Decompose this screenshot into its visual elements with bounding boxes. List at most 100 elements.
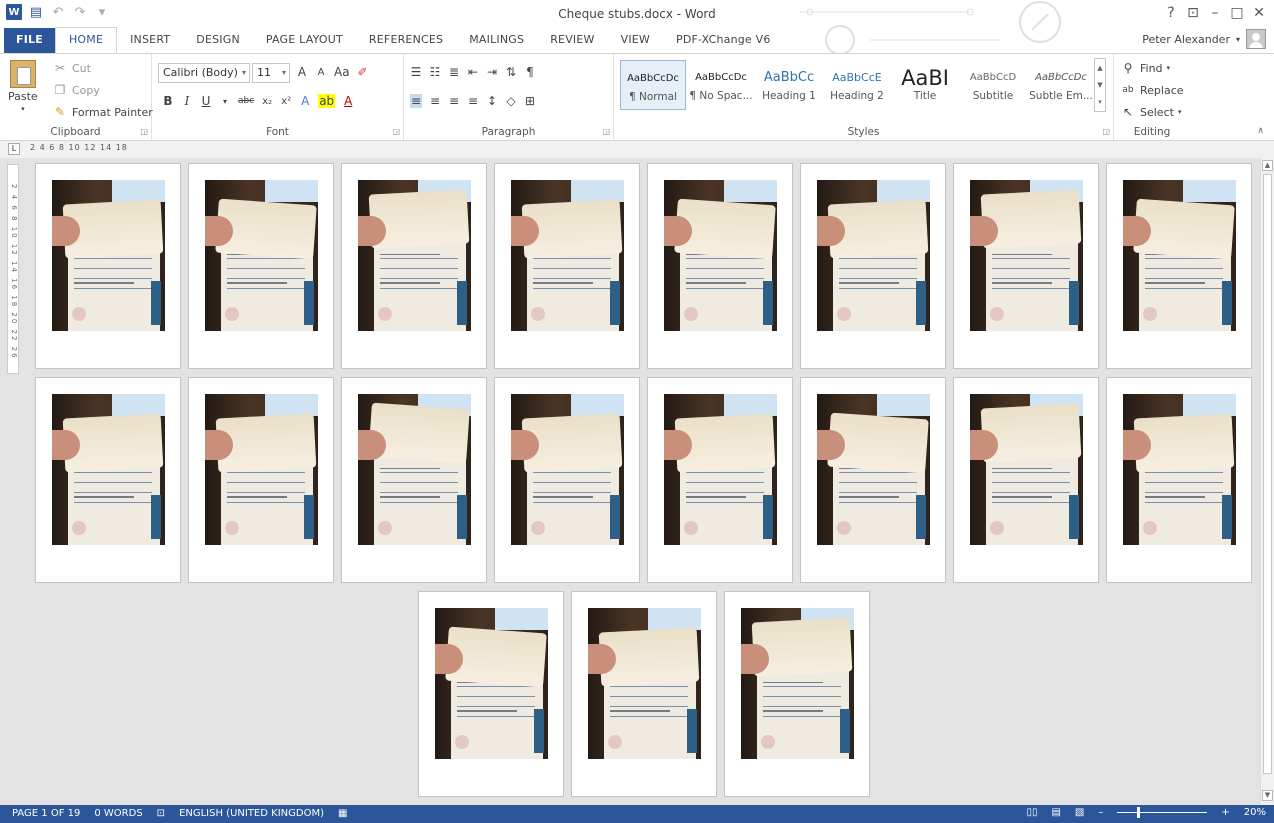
copy-button[interactable]: ❐ Copy <box>52 82 100 98</box>
find-button[interactable]: ⚲ Find ▾ <box>1120 60 1170 76</box>
align-right-icon[interactable]: ≡ <box>448 94 460 108</box>
dialog-launcher-icon[interactable]: ◲ <box>1102 127 1110 136</box>
borders-icon[interactable]: ⊞ <box>524 94 536 108</box>
font-size-combo[interactable]: 11 ▾ <box>252 63 290 83</box>
bullets-icon[interactable]: ☰ <box>410 65 422 79</box>
vertical-scrollbar[interactable]: ▲ ▼ <box>1260 158 1274 805</box>
scroll-down-icon[interactable]: ▼ <box>1262 790 1273 801</box>
chevron-up-icon[interactable]: ▲ <box>1097 64 1102 72</box>
tab-view[interactable]: VIEW <box>608 28 663 53</box>
justify-icon[interactable]: ≡ <box>467 94 479 108</box>
styles-gallery-scroll[interactable]: ▲ ▼ ▾ <box>1094 58 1106 112</box>
tab-design[interactable]: DESIGN <box>183 28 253 53</box>
text-effects-icon[interactable]: A <box>299 94 311 108</box>
document-page[interactable] <box>724 591 870 797</box>
align-center-icon[interactable]: ≡ <box>429 94 441 108</box>
document-page[interactable] <box>418 591 564 797</box>
macro-record-icon[interactable]: ▦ <box>338 808 347 819</box>
zoom-in-icon[interactable]: + <box>1221 807 1229 818</box>
italic-button[interactable]: I <box>181 94 193 108</box>
style-normal[interactable]: AaBbCcDc ¶ Normal <box>620 60 686 110</box>
document-page[interactable] <box>1106 377 1252 583</box>
cut-button[interactable]: ✂ Cut <box>52 60 91 76</box>
format-painter-button[interactable]: ✎ Format Painter <box>52 104 153 120</box>
more-icon[interactable]: ▾ <box>1098 98 1102 106</box>
style-heading-1[interactable]: AaBbCc Heading 1 <box>756 60 822 110</box>
style-subtitle[interactable]: AaBbCcD Subtitle <box>960 60 1026 110</box>
align-left-icon[interactable]: ≡ <box>410 94 422 108</box>
document-page[interactable] <box>494 377 640 583</box>
minimize-button[interactable]: – <box>1204 2 1226 24</box>
font-name-combo[interactable]: Calibri (Body) ▾ <box>158 63 250 83</box>
dialog-launcher-icon[interactable]: ◲ <box>602 127 610 136</box>
page-count[interactable]: PAGE 1 OF 19 <box>12 808 80 819</box>
sort-icon[interactable]: ⇅ <box>505 65 517 79</box>
tab-page-layout[interactable]: PAGE LAYOUT <box>253 28 356 53</box>
document-page[interactable] <box>341 163 487 369</box>
tab-selector[interactable]: L <box>8 143 20 155</box>
chevron-down-icon[interactable]: ▼ <box>1097 81 1102 89</box>
zoom-level[interactable]: 20% <box>1244 807 1266 818</box>
dialog-launcher-icon[interactable]: ◲ <box>392 127 400 136</box>
zoom-out-icon[interactable]: – <box>1098 807 1103 818</box>
document-page[interactable] <box>953 377 1099 583</box>
document-page[interactable] <box>35 163 181 369</box>
document-page[interactable] <box>647 377 793 583</box>
read-mode-icon[interactable]: ▯▯ <box>1026 807 1037 818</box>
highlight-icon[interactable]: ab <box>318 94 336 108</box>
tab-references[interactable]: REFERENCES <box>356 28 456 53</box>
document-page[interactable] <box>647 163 793 369</box>
close-button[interactable]: ✕ <box>1248 2 1270 24</box>
tab-file[interactable]: FILE <box>4 28 55 53</box>
ribbon-display-options-button[interactable]: ⊡ <box>1182 2 1204 24</box>
word-count[interactable]: 0 WORDS <box>94 808 142 819</box>
tab-pdf-xchange[interactable]: PDF-XChange V6 <box>663 28 784 53</box>
dialog-launcher-icon[interactable]: ◲ <box>140 127 148 136</box>
replace-button[interactable]: ab Replace <box>1120 82 1183 98</box>
scroll-up-icon[interactable]: ▲ <box>1262 160 1273 171</box>
style-no-spacing[interactable]: AaBbCcDc ¶ No Spac... <box>688 60 754 110</box>
clear-formatting-icon[interactable]: ✐ <box>357 65 369 79</box>
document-page[interactable] <box>953 163 1099 369</box>
document-page[interactable] <box>800 377 946 583</box>
style-subtle-emphasis[interactable]: AaBbCcDc Subtle Em... <box>1028 60 1094 110</box>
numbering-icon[interactable]: ☷ <box>429 65 441 79</box>
document-area[interactable]: 2 4 6 8 10 12 14 16 18 20 22 26 ▲ ▼ <box>0 158 1274 805</box>
select-button[interactable]: ↖ Select ▾ <box>1120 104 1181 120</box>
grow-font-button[interactable]: A <box>296 65 308 79</box>
document-page[interactable] <box>1106 163 1252 369</box>
increase-indent-icon[interactable]: ⇥ <box>486 65 498 79</box>
user-account[interactable]: Peter Alexander ▾ <box>1142 29 1266 49</box>
style-title[interactable]: AaBI Title <box>892 60 958 110</box>
multilevel-list-icon[interactable]: ≣ <box>448 65 460 79</box>
decrease-indent-icon[interactable]: ⇤ <box>467 65 479 79</box>
style-heading-2[interactable]: AaBbCcE Heading 2 <box>824 60 890 110</box>
change-case-button[interactable]: Aa <box>334 65 350 79</box>
document-page[interactable] <box>571 591 717 797</box>
collapse-ribbon-icon[interactable]: ∧ <box>1257 126 1264 136</box>
document-page[interactable] <box>341 377 487 583</box>
document-page[interactable] <box>494 163 640 369</box>
proofing-icon[interactable]: ⊡ <box>157 808 165 819</box>
tab-review[interactable]: REVIEW <box>537 28 607 53</box>
zoom-slider[interactable] <box>1117 807 1208 818</box>
document-page[interactable] <box>188 163 334 369</box>
underline-button[interactable]: U <box>200 94 212 108</box>
bold-button[interactable]: B <box>162 94 174 108</box>
strikethrough-button[interactable]: abc <box>238 96 254 106</box>
show-formatting-icon[interactable]: ¶ <box>524 65 536 79</box>
superscript-button[interactable]: x² <box>280 96 292 107</box>
paste-button[interactable]: Paste ▾ <box>8 60 38 113</box>
tab-mailings[interactable]: MAILINGS <box>456 28 537 53</box>
help-button[interactable]: ? <box>1160 2 1182 24</box>
line-spacing-icon[interactable]: ↕ <box>486 94 498 108</box>
tab-insert[interactable]: INSERT <box>117 28 183 53</box>
document-page[interactable] <box>35 377 181 583</box>
language[interactable]: ENGLISH (UNITED KINGDOM) <box>179 808 324 819</box>
shrink-font-button[interactable]: A <box>315 67 327 78</box>
scrollbar-thumb[interactable] <box>1263 174 1272 774</box>
tab-home[interactable]: HOME <box>54 27 118 53</box>
font-color-icon[interactable]: A <box>342 94 354 108</box>
subscript-button[interactable]: x₂ <box>261 96 273 107</box>
shading-icon[interactable]: ◇ <box>505 94 517 108</box>
